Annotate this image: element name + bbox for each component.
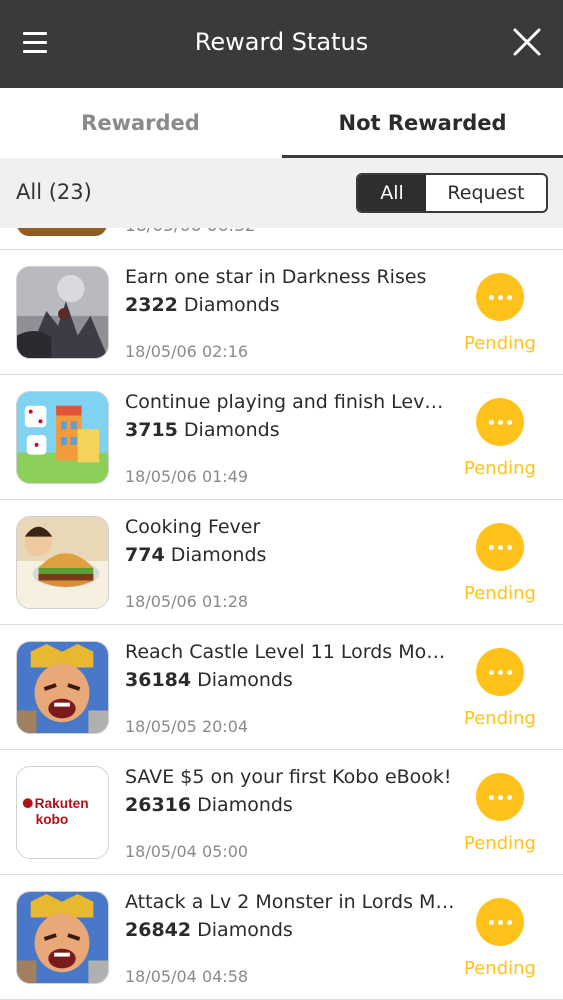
item-reward: 26842 Diamonds [125,919,293,941]
lords-mobile-icon [16,641,109,734]
item-date: 18/05/04 04:58 [125,967,249,986]
diamond-unit: Diamonds [191,919,293,941]
status-label: Pending [464,708,536,729]
tab-bar: Rewarded Not Rewarded [0,88,563,158]
item-date: 18/05/06 01:28 [125,592,249,611]
item-date: 18/05/05 20:04 [125,717,249,736]
list-item[interactable]: Attack a Lv 2 Monster in Lords Mo… 26842… [0,875,563,1000]
item-title: Continue playing and finish Level 2… [125,391,455,413]
close-icon[interactable] [509,24,545,60]
diamond-amount: 26842 [125,919,192,941]
filter-request-button[interactable]: Request [426,175,546,211]
status-label: Pending [464,958,536,979]
status-label: Pending [464,833,536,854]
app-icon [17,228,107,236]
item-date: 18/05/06 02:16 [125,342,249,361]
darkness-rises-icon [16,266,109,359]
diamond-amount: 26316 [125,794,192,816]
status-label: Pending [464,333,536,354]
diamond-unit: Diamonds [191,669,293,691]
diamond-amount: 3715 [125,419,178,441]
item-title: Attack a Lv 2 Monster in Lords Mo… [125,891,455,913]
list-item[interactable]: Cooking Fever 774 Diamonds 18/05/06 01:2… [0,500,563,625]
item-date: 18/05/04 05:00 [125,842,249,861]
item-title: SAVE $5 on your first Kobo eBook! [125,766,452,788]
item-reward: 36184 Diamonds [125,669,293,691]
more-options-icon[interactable] [476,648,524,696]
more-options-icon[interactable] [476,523,524,571]
item-title: Cooking Fever [125,516,261,538]
top-bar: Reward Status [0,0,563,88]
diamond-unit: Diamonds [177,294,280,316]
page-title: Reward Status [194,28,369,56]
logo-text-rakuten: Rakuten [35,796,89,811]
list-item[interactable]: Rakuten kobo SAVE $5 on your first Kobo … [0,750,563,875]
diamond-unit: Diamonds [177,419,280,441]
item-date: 18/05/06 06:32 [125,228,256,236]
item-reward: 774 Diamonds [125,544,266,566]
item-reward: 26316 Diamonds [125,794,293,816]
more-options-icon[interactable] [476,898,524,946]
tab-rewarded[interactable]: Rewarded [0,88,281,158]
item-count-label: All (23) [16,180,92,204]
diamond-amount: 2322 [125,294,178,316]
diamond-amount: 774 [125,544,165,566]
more-options-icon[interactable] [476,273,524,321]
item-reward: 3715 Diamonds [125,419,280,441]
rakuten-kobo-icon: Rakuten kobo [16,766,109,859]
diamond-unit: Diamonds [191,794,293,816]
item-date: 18/05/06 01:49 [125,467,249,486]
dice-town-icon [16,391,109,484]
item-reward: 2322 Diamonds [125,294,280,316]
status-label: Pending [464,583,536,604]
list-item[interactable]: Continue playing and finish Level 2… 371… [0,375,563,500]
logo-text-kobo: kobo [36,812,69,827]
list-item[interactable]: Reach Castle Level 11 Lords Mobile 36184… [0,625,563,750]
status-label: Pending [464,458,536,479]
lords-mobile-icon [16,891,109,984]
more-options-icon[interactable] [476,773,524,821]
item-title: Earn one star in Darkness Rises [125,266,427,288]
list-item-partial[interactable]: 18/05/06 06:32 [0,228,563,250]
diamond-amount: 36184 [125,669,192,691]
more-options-icon[interactable] [476,398,524,446]
filter-segmented-control: All Request [356,173,548,213]
list-item[interactable]: Earn one star in Darkness Rises 2322 Dia… [0,250,563,375]
tab-not-rewarded[interactable]: Not Rewarded [282,88,563,158]
diamond-unit: Diamonds [164,544,267,566]
reward-list[interactable]: 18/05/06 06:32 Earn one star in Darkness… [0,228,563,1000]
item-title: Reach Castle Level 11 Lords Mobile [125,641,455,663]
cooking-fever-icon [16,516,109,609]
filter-all-button[interactable]: All [358,175,426,211]
